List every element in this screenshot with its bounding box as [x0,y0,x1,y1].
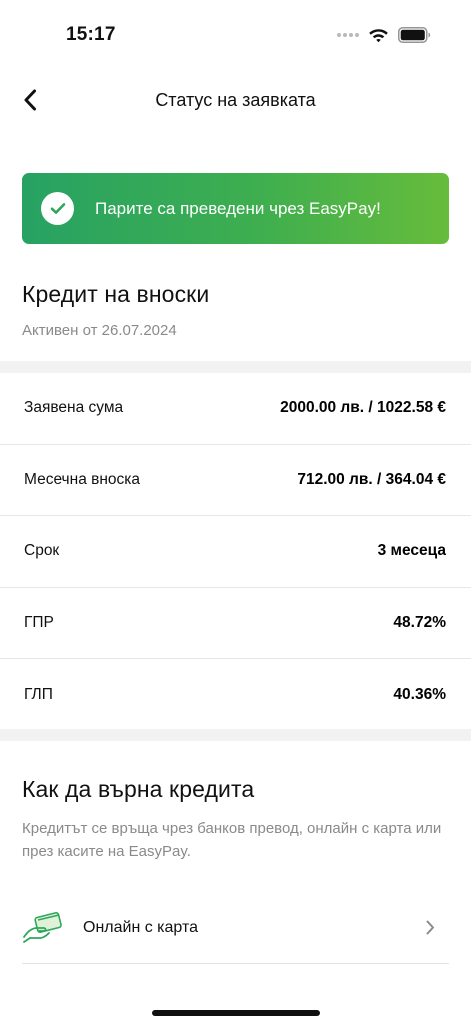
detail-label: ГПР [24,613,54,631]
detail-row-term: Срок 3 месеца [0,516,471,588]
detail-row-apr: ГПР 48.72% [0,588,471,659]
detail-label: Месечна вноска [24,470,141,488]
detail-label: Срок [24,542,60,560]
battery-icon [398,27,431,43]
signal-icon [337,33,359,37]
card-payment-icon [22,910,64,946]
detail-row-requested-amount: Заявена сума 2000.00 лв. / 1022.58 € [0,373,471,445]
home-indicator [152,1010,320,1016]
detail-row-interest-rate: ГЛП 40.36% [0,659,471,731]
repayment-option-label: Онлайн с карта [83,918,199,936]
detail-value: 712.00 лв. / 364.04 € [297,470,446,488]
status-icons [337,24,431,46]
wifi-icon [369,29,388,43]
section-divider [0,361,471,373]
page-title: Статус на заявката [155,90,316,110]
loan-details: Заявена сума 2000.00 лв. / 1022.58 € Мес… [0,373,471,731]
detail-value: 3 месеца [377,542,446,560]
detail-row-monthly-installment: Месечна вноска 712.00 лв. / 364.04 € [0,445,471,516]
banner-message: Парите са преведени чрез EasyPay! [95,198,381,218]
product-active-date: Активен от 26.07.2024 [22,322,177,339]
success-banner: Парите са преведени чрез EasyPay! [22,173,449,244]
repayment-title: Как да върна кредита [22,776,255,802]
status-bar: 15:17 [0,0,471,70]
repayment-option-card[interactable]: Онлайн с карта [22,892,449,964]
check-circle-icon [41,192,74,225]
navigation-bar: Статус на заявката [0,70,471,130]
section-divider [0,729,471,741]
status-time: 15:17 [66,24,116,45]
detail-value: 2000.00 лв. / 1022.58 € [280,399,446,417]
product-title: Кредит на вноски [22,281,210,307]
repayment-description: Кредитът се връща чрез банков превод, он… [22,820,442,860]
detail-label: ГЛП [24,685,53,703]
detail-value: 48.72% [393,613,446,631]
chevron-right-icon [426,920,435,935]
detail-label: Заявена сума [24,399,124,417]
detail-value: 40.36% [393,685,446,703]
